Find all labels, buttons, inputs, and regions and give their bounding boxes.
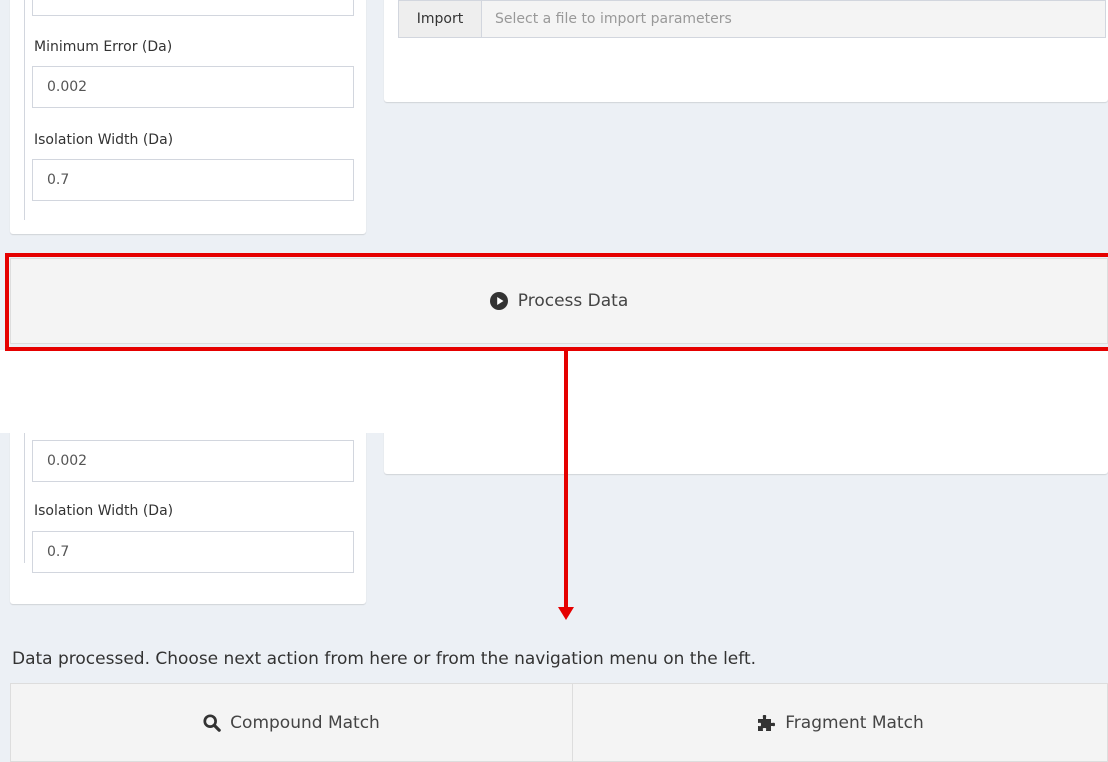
search-icon [203,713,221,732]
card-left-rule [24,0,25,220]
parameters-card-after: 0.002 Isolation Width (Da) 0.7 [10,433,366,604]
min-error-label: Minimum Error (Da) [34,39,173,55]
import-file-group[interactable]: Import Select a file to import parameter… [398,0,1106,38]
play-circle-icon [489,292,508,310]
parameters-card: Minimum Error (Da) 0.002 Isolation Width… [10,0,366,234]
screenshot-stage: Minimum Error (Da) 0.002 Isolation Width… [0,0,1108,762]
import-file-placeholder: Select a file to import parameters [495,11,732,27]
status-message: Data processed. Choose next action from … [12,649,757,669]
import-button[interactable]: Import [399,1,482,37]
puzzle-piece-icon [758,714,776,731]
isolation-width-input[interactable]: 0.7 [32,159,354,201]
process-data-label: Process Data [517,291,629,311]
fragment-match-label: Fragment Match [785,712,924,733]
compound-match-button[interactable]: Compound Match [10,683,573,762]
top-panel: Minimum Error (Da) 0.002 Isolation Width… [0,0,1108,350]
min-error-input[interactable]: 0.002 [32,66,354,108]
isolation-width-label: Isolation Width (Da) [34,132,174,148]
min-error-input-after[interactable]: 0.002 [32,440,354,482]
isolation-width-label-after: Isolation Width (Da) [34,503,174,519]
compound-match-label: Compound Match [230,712,380,733]
separator-gap [0,350,1108,433]
card-left-rule-after [24,433,25,563]
import-card-after [384,433,1108,474]
previous-field-input[interactable] [32,0,354,16]
isolation-width-input-after[interactable]: 0.7 [32,531,354,573]
arrow-head-lower-icon [558,607,574,620]
fragment-match-button[interactable]: Fragment Match [572,683,1108,762]
process-data-button[interactable]: Process Data [10,258,1108,344]
arrow-line-lower [564,433,568,609]
